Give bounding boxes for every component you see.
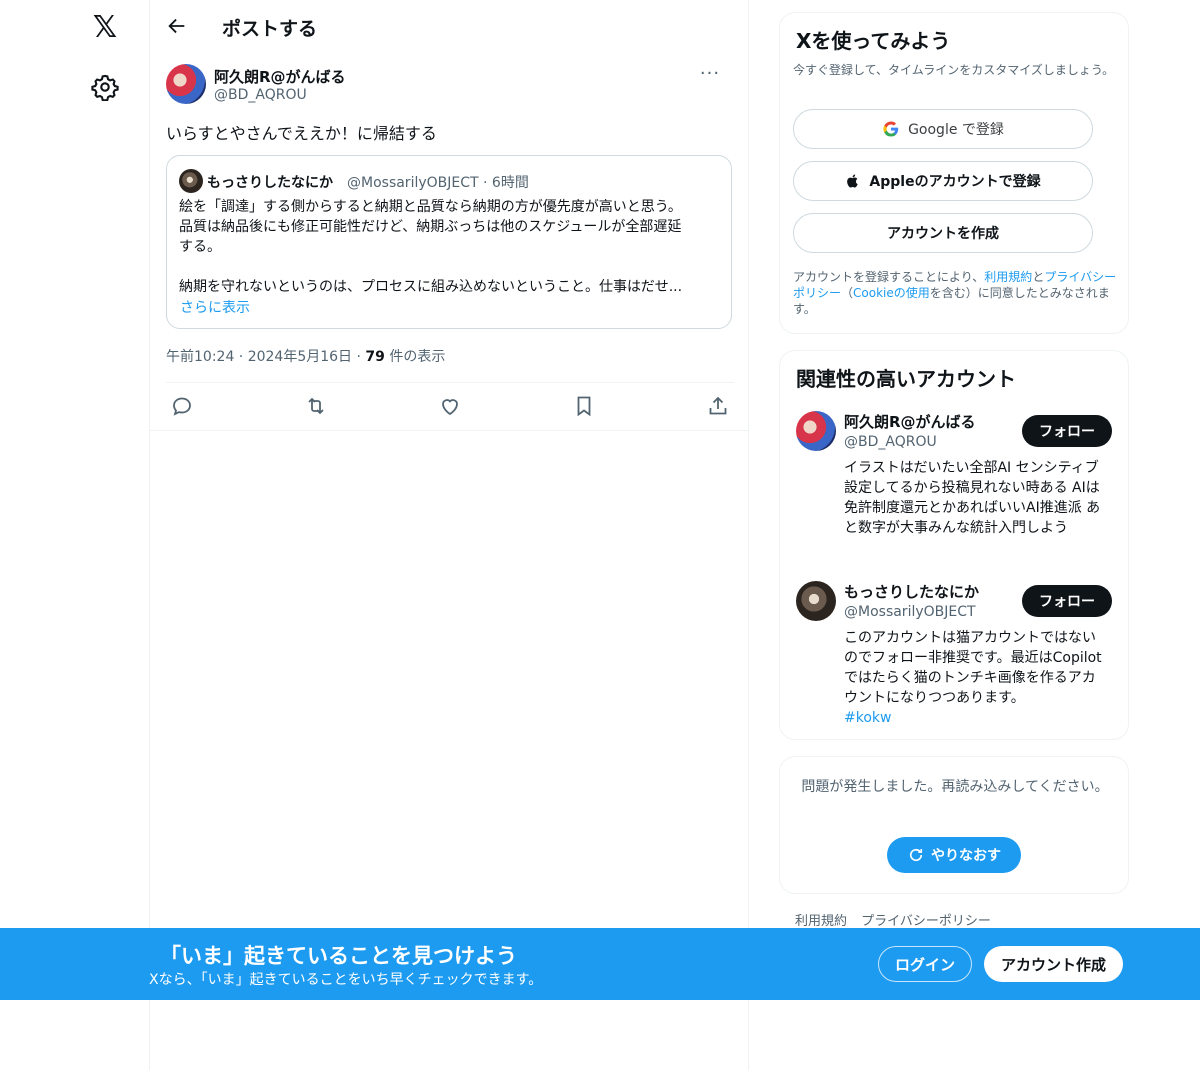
- terms-link[interactable]: 利用規約: [984, 270, 1032, 284]
- account-bio-text: このアカウントは猫アカウントではないのでフォロー非推奨です。最近はCopilot…: [844, 630, 1102, 706]
- account-name[interactable]: もっさりしたなにか: [844, 581, 979, 602]
- post-text: いらすとやさんでええか！に帰結する: [166, 124, 437, 143]
- back-arrow-icon[interactable]: [166, 15, 188, 37]
- signup-subtitle: 今すぐ登録して、タイムラインをカスタマイズしましょう。: [793, 63, 1115, 77]
- signup-legal-text: アカウントを登録することにより、利用規約とプライバシーポリシー（Cookieの使…: [793, 269, 1121, 317]
- related-accounts-card: 関連性の高いアカウント 阿久朗R@がんばる @BD_AQROU フォロー イラス…: [779, 350, 1129, 740]
- apple-signup-label: Appleのアカウントで登録: [869, 174, 1041, 190]
- divider: [166, 382, 734, 383]
- apple-signup-button[interactable]: Appleのアカウントで登録: [793, 161, 1093, 201]
- post-timestamp[interactable]: 午前10:24 · 2024年5月16日 ·: [166, 349, 365, 365]
- apple-icon: [847, 174, 859, 188]
- banner-subtitle: Xなら、「いま」起きていることをいち早くチェックできます。: [149, 972, 543, 988]
- post-meta: 午前10:24 · 2024年5月16日 · 79 件の表示: [166, 346, 445, 366]
- error-card: 問題が発生しました。再読み込みしてください。 やりなおす: [779, 756, 1129, 894]
- legal-text: と: [1032, 270, 1045, 284]
- follow-button[interactable]: フォロー: [1022, 415, 1112, 447]
- views-suffix: 件の表示: [384, 349, 446, 365]
- hashtag-link[interactable]: #kokw: [844, 710, 891, 726]
- like-icon[interactable]: [438, 394, 462, 418]
- account-handle[interactable]: @BD_AQROU: [844, 434, 937, 450]
- quoted-post[interactable]: もっさりしたなにか @MossarilyOBJECT · 6時間 絵を「調達」す…: [166, 155, 732, 329]
- account-bio: このアカウントは猫アカウントではないのでフォロー非推奨です。最近はCopilot…: [844, 628, 1108, 728]
- error-message: 問題が発生しました。再読み込みしてください。: [801, 779, 1109, 795]
- quoted-author-name: もっさりしたなにか: [207, 175, 333, 191]
- account-handle[interactable]: @MossarilyOBJECT: [844, 604, 976, 620]
- reply-icon[interactable]: [170, 394, 194, 418]
- quoted-line: [179, 257, 723, 277]
- related-account[interactable]: 阿久朗R@がんばる @BD_AQROU フォロー イラストはだいたい全部AI セ…: [796, 411, 1114, 561]
- quoted-author-handle: @MossarilyOBJECT · 6時間: [347, 175, 529, 191]
- retry-button[interactable]: やりなおす: [887, 837, 1021, 873]
- account-bio: イラストはだいたい全部AI センシティブ設定してるから投稿見れない時ある AIは…: [844, 460, 1101, 536]
- legal-text: （: [841, 286, 854, 300]
- related-account[interactable]: もっさりしたなにか @MossarilyOBJECT フォロー このアカウントは…: [796, 581, 1114, 731]
- quoted-line: する。: [179, 239, 221, 255]
- signup-title: Xを使ってみよう: [796, 29, 951, 53]
- footer-privacy-link[interactable]: プライバシーポリシー: [861, 914, 991, 929]
- footer-terms-link[interactable]: 利用規約: [795, 914, 847, 929]
- author-name[interactable]: 阿久朗R@がんばる: [214, 66, 346, 87]
- account-avatar[interactable]: [796, 581, 836, 621]
- banner-signup-button[interactable]: アカウント作成: [984, 946, 1123, 982]
- x-logo-icon[interactable]: 𝕏: [89, 12, 121, 44]
- footer-links: 利用規約 プライバシーポリシー: [795, 910, 1001, 929]
- retry-label: やりなおす: [931, 848, 1001, 864]
- legal-text: アカウントを登録することにより、: [793, 270, 985, 284]
- account-name[interactable]: 阿久朗R@がんばる: [844, 411, 976, 432]
- left-nav: 𝕏: [0, 0, 150, 1070]
- create-account-button[interactable]: アカウントを作成: [793, 213, 1093, 253]
- follow-button[interactable]: フォロー: [1022, 585, 1112, 617]
- quoted-post-text: 絵を「調達」する側からすると納期と品質なら納期の方が優先度が高いと思う。 品質は…: [179, 197, 723, 297]
- related-title: 関連性の高いアカウント: [796, 367, 1016, 391]
- divider: [150, 430, 749, 431]
- cookie-link[interactable]: Cookieの使用: [853, 286, 930, 300]
- login-button[interactable]: ログイン: [878, 946, 972, 982]
- bookmark-icon[interactable]: [572, 394, 596, 418]
- account-avatar[interactable]: [796, 411, 836, 451]
- top-bar: ポストする: [150, 0, 749, 53]
- author-avatar[interactable]: [166, 64, 206, 104]
- quoted-author-avatar: [179, 169, 203, 193]
- main-column: ポストする 阿久朗R@がんばる @BD_AQROU ··· いらすとやさんでええ…: [150, 0, 749, 1070]
- banner-title: 「いま」起きていることを見つけよう: [160, 944, 517, 968]
- signup-banner: 「いま」起きていることを見つけよう Xなら、「いま」起きていることをいち早くチェ…: [0, 928, 1200, 1000]
- author-handle[interactable]: @BD_AQROU: [214, 87, 307, 103]
- quoted-line: 納期を守れないというのは、プロセスに組み込めないということ。仕事はだせ...: [179, 279, 683, 295]
- post-author: 阿久朗R@がんばる @BD_AQROU ···: [166, 64, 734, 108]
- page-title: ポストする: [222, 18, 318, 40]
- post-actions: [166, 392, 734, 420]
- quoted-line: 品質は納品後にも修正可能性だけど、納期ぶっちは他のスケジュールが全部遅延: [179, 219, 682, 235]
- gear-icon[interactable]: [91, 73, 119, 101]
- signup-card: Xを使ってみよう 今すぐ登録して、タイムラインをカスタマイズしましょう。 Goo…: [779, 12, 1129, 334]
- show-more-link[interactable]: さらに表示: [180, 297, 250, 317]
- share-icon[interactable]: [706, 394, 730, 418]
- google-signup-button[interactable]: Google で登録: [793, 109, 1093, 149]
- google-signup-label: Google で登録: [908, 122, 1004, 138]
- quoted-line: 絵を「調達」する側からすると納期と品質なら納期の方が優先度が高いと思う。: [179, 199, 682, 215]
- refresh-icon: [909, 848, 923, 862]
- view-count: 79: [365, 349, 385, 365]
- retweet-icon[interactable]: [304, 394, 328, 418]
- google-icon: [883, 121, 899, 137]
- more-options-icon[interactable]: ···: [698, 65, 722, 86]
